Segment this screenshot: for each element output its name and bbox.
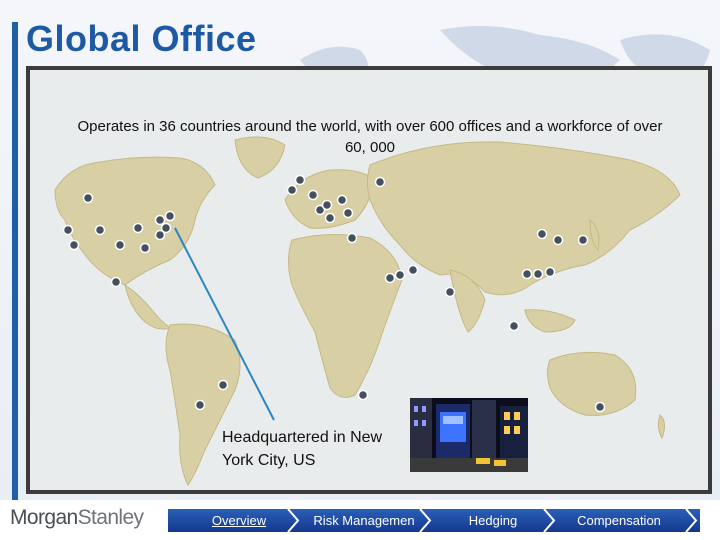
nav-compensation[interactable]: Compensation — [562, 509, 676, 532]
office-marker — [62, 224, 74, 236]
office-marker — [110, 276, 122, 288]
office-marker — [552, 234, 564, 246]
chevron-separator-icon — [419, 509, 432, 532]
intro-text: Operates in 36 countries around the worl… — [77, 118, 663, 156]
office-marker — [407, 264, 419, 276]
slide-title: Global Office — [26, 18, 257, 59]
logo-word-morgan: Morgan — [10, 506, 78, 529]
morgan-stanley-logo: MorganStanley — [10, 506, 144, 530]
office-marker — [577, 234, 589, 246]
hq-photo — [410, 398, 528, 472]
office-marker — [594, 401, 606, 413]
office-marker — [536, 228, 548, 240]
office-marker — [217, 379, 229, 391]
office-marker — [68, 239, 80, 251]
office-marker — [324, 212, 336, 224]
office-marker — [342, 207, 354, 219]
nav-overview[interactable]: Overview — [196, 509, 282, 532]
office-marker — [154, 214, 166, 226]
office-marker — [307, 189, 319, 201]
office-marker — [532, 268, 544, 280]
chevron-separator-icon — [685, 509, 698, 532]
office-marker — [394, 269, 406, 281]
office-marker — [444, 286, 456, 298]
office-marker — [132, 222, 144, 234]
office-marker — [374, 176, 386, 188]
office-marker — [336, 194, 348, 206]
chevron-separator-icon — [543, 509, 556, 532]
accent-bar — [12, 22, 18, 500]
office-marker — [508, 320, 520, 332]
office-marker — [294, 174, 306, 186]
office-marker — [521, 268, 533, 280]
logo-word-stanley: Stanley — [77, 506, 144, 529]
office-marker — [346, 232, 358, 244]
office-marker — [164, 210, 176, 222]
office-marker — [321, 199, 333, 211]
office-marker — [544, 266, 556, 278]
office-marker — [384, 272, 396, 284]
office-marker — [286, 184, 298, 196]
office-marker — [194, 399, 206, 411]
office-marker — [114, 239, 126, 251]
nav-hedging[interactable]: Hedging — [448, 509, 538, 532]
world-map: Operates in 36 countries around the worl… — [26, 66, 712, 494]
hq-caption: Headquartered in New York City, US — [222, 429, 383, 469]
office-marker — [154, 229, 166, 241]
office-marker — [82, 192, 94, 204]
chevron-separator-icon — [287, 509, 300, 532]
office-marker — [357, 389, 369, 401]
nav-risk-management[interactable]: Risk Managemen — [304, 509, 424, 532]
office-marker — [94, 224, 106, 236]
office-marker — [139, 242, 151, 254]
